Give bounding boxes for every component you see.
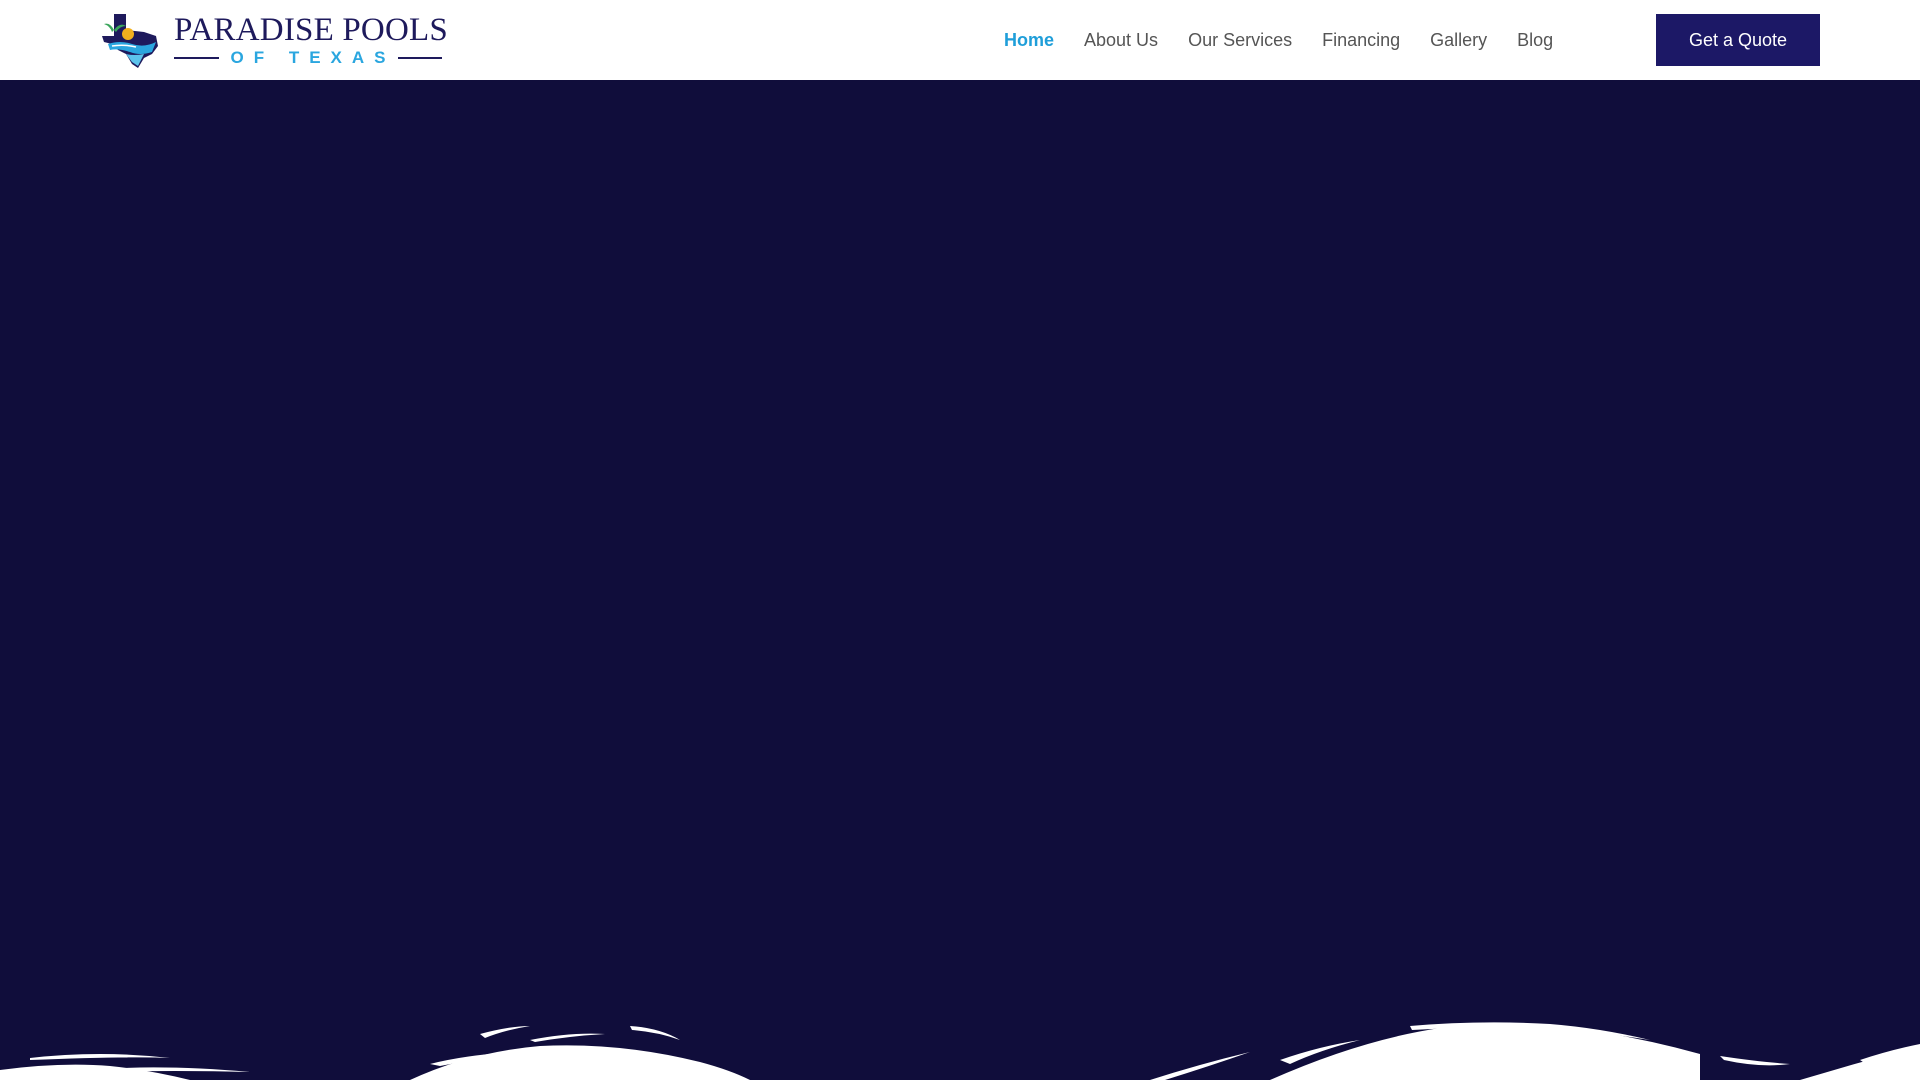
nav-item-home[interactable]: Home — [1004, 30, 1054, 51]
logo-rule-right — [397, 57, 443, 59]
main-nav: Home About Us Our Services Financing Gal… — [1004, 0, 1553, 80]
nav-item-financing[interactable]: Financing — [1322, 30, 1400, 51]
texas-pool-emblem-icon — [102, 14, 158, 68]
nav-item-our-services[interactable]: Our Services — [1188, 30, 1292, 51]
hero-wave-divider — [0, 1022, 1920, 1080]
hero-section — [0, 80, 1920, 1080]
logo-primary-text: PARADISE POOLS — [174, 12, 448, 48]
site-logo[interactable]: PARADISE POOLS OF TEXAS — [100, 10, 448, 70]
logo-secondary-row: OF TEXAS — [174, 48, 443, 67]
logo-wordmark: PARADISE POOLS OF TEXAS — [174, 12, 448, 67]
nav-item-blog[interactable]: Blog — [1517, 30, 1553, 51]
logo-secondary-text: OF TEXAS — [230, 48, 396, 67]
site-header: PARADISE POOLS OF TEXAS Home About Us Ou… — [0, 0, 1920, 80]
nav-item-gallery[interactable]: Gallery — [1430, 30, 1487, 51]
get-a-quote-button[interactable]: Get a Quote — [1656, 14, 1820, 66]
nav-item-about-us[interactable]: About Us — [1084, 30, 1158, 51]
logo-rule-left — [174, 57, 219, 59]
